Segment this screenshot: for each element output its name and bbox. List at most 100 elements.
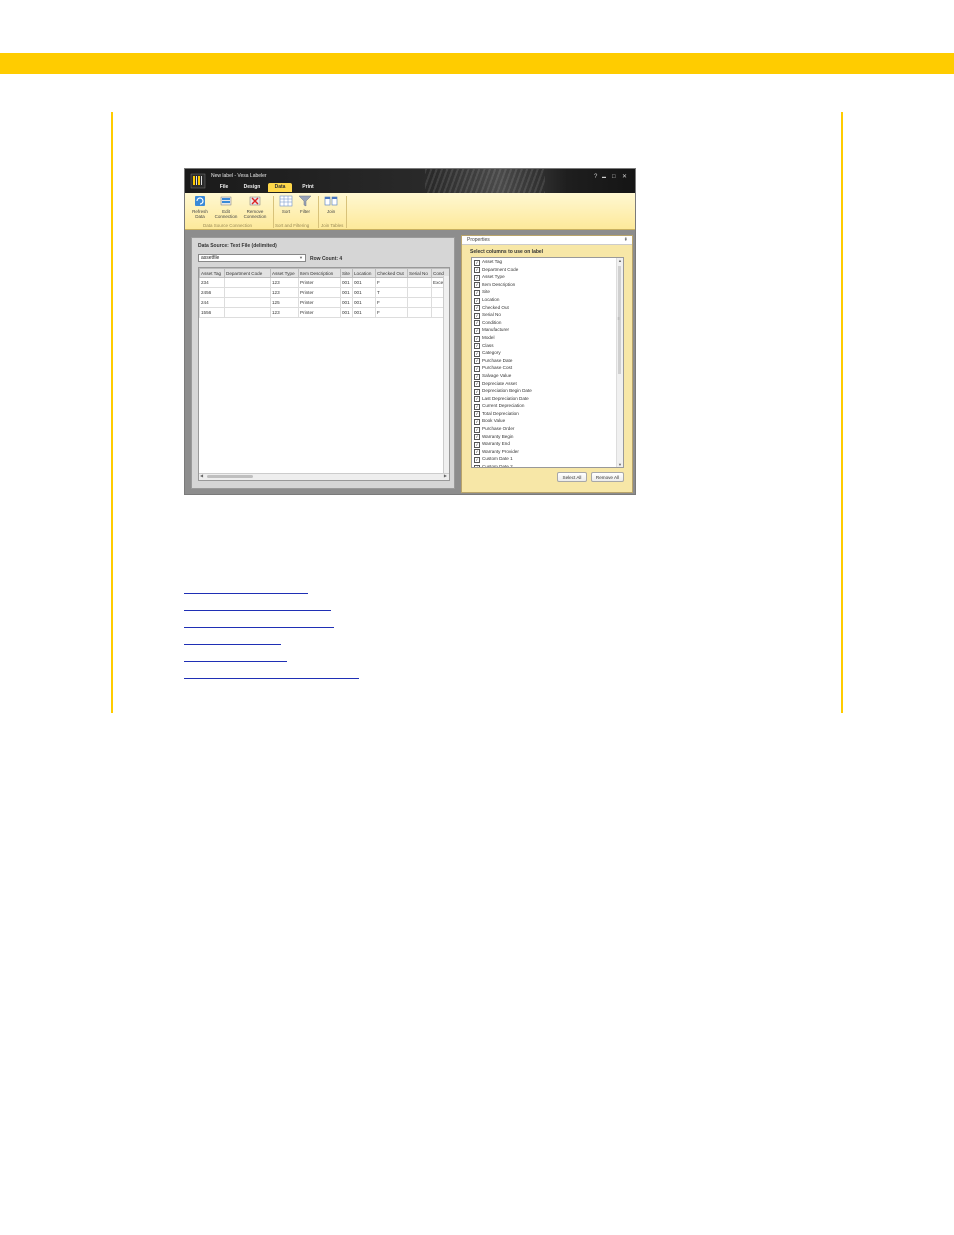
scroll-left-icon[interactable]: ◀ [200,473,203,478]
hyperlink[interactable] [184,627,334,628]
column-checkbox-item[interactable]: ✓ Last Depreciation Date [472,395,623,403]
column-header[interactable]: Asset Type [270,268,299,278]
table-cell[interactable]: Printer [298,307,341,318]
table-cell[interactable] [407,287,432,298]
filter-button[interactable]: Filter [296,195,314,214]
column-header[interactable]: Asset Tag [199,268,225,278]
column-checkbox-item[interactable]: ✓ Asset Tag [472,258,623,266]
tab-data[interactable]: Data [268,183,292,192]
column-header[interactable]: Checked Out [375,268,408,278]
table-cell[interactable]: Printer [298,277,341,288]
scroll-thumb[interactable] [207,475,253,478]
tab-design[interactable]: Design [241,183,263,192]
table-cell[interactable] [224,307,271,318]
column-checkbox-item[interactable]: ✓ Warranty Begin [472,433,623,441]
table-cell[interactable]: 001 [352,277,376,288]
table-cell[interactable]: F [375,297,408,308]
grid-vertical-scrollbar[interactable] [443,276,449,474]
column-checkbox-item[interactable]: ✓ Site [472,288,623,296]
table-cell[interactable]: Printer [298,297,341,308]
pin-icon[interactable]: ⇞ [624,236,628,245]
column-checkbox-item[interactable]: ✓ Warranty Provider [472,448,623,456]
table-cell[interactable]: F [375,307,408,318]
column-header[interactable]: Site [340,268,353,278]
table-cell[interactable] [224,297,271,308]
column-checkbox-item[interactable]: ✓ Purchase Date [472,357,623,365]
table-cell[interactable]: 001 [340,287,353,298]
close-icon[interactable]: ✕ [622,173,627,181]
column-checkbox-item[interactable]: ✓ Checked Out [472,304,623,312]
table-cell[interactable]: 244 [199,297,225,308]
maximize-icon[interactable]: □ [612,173,616,181]
table-cell[interactable] [407,297,432,308]
column-checkbox-item[interactable]: ✓ Class [472,342,623,350]
column-checkbox-item[interactable]: ✓ Item Description [472,281,623,289]
data-grid[interactable]: Asset Tag Department Code Asset Type Ite… [198,267,450,481]
column-checkbox-item[interactable]: ✓ Purchase Order [472,425,623,433]
grid-horizontal-scrollbar[interactable]: ◀ ▶ [199,473,449,480]
column-checkbox-item[interactable]: ✓ Condition [472,319,623,327]
edit-connection-button[interactable]: Edit Connection [212,195,240,219]
column-checkbox-item[interactable]: ✓ Warranty End [472,440,623,448]
column-checkbox-item[interactable]: ✓ Salvage Value [472,372,623,380]
table-cell[interactable]: T [375,287,408,298]
table-cell[interactable] [224,277,271,288]
table-cell[interactable]: F [375,277,408,288]
tab-file[interactable]: File [215,183,233,192]
select-all-button[interactable]: Select All [557,472,587,482]
column-checkbox-item[interactable]: ✓ Model [472,334,623,342]
tab-print[interactable]: Print [298,183,318,192]
hyperlink[interactable] [184,661,287,662]
column-checkbox-item[interactable]: ✓ Depreciate Asset [472,380,623,388]
table-cell[interactable]: 125 [270,297,299,308]
scroll-up-icon[interactable]: ▲ [618,258,622,263]
list-scrollbar[interactable]: ▲ ≡ ▼ [616,258,623,467]
table-cell[interactable]: 123 [270,287,299,298]
column-checkbox-item[interactable]: ✓ Custom Date 2 [472,463,623,467]
table-cell[interactable]: 001 [340,277,353,288]
column-header[interactable]: Department Code [224,268,271,278]
remove-connection-button[interactable]: Remove Connection [241,195,269,219]
table-row[interactable]: 234 123 Printer 001 001 F Excell [199,277,449,288]
checkbox-checked-icon[interactable]: ✓ [474,464,480,467]
column-checkbox-item[interactable]: ✓ Custom Date 1 [472,455,623,464]
table-cell[interactable]: 001 [340,307,353,318]
column-header[interactable]: Location [352,268,376,278]
table-row[interactable]: 244 125 Printer 001 001 F [199,297,449,308]
column-checkbox-item[interactable]: ✓ Purchase Cost [472,364,623,372]
scroll-right-icon[interactable]: ▶ [444,473,447,478]
table-cell[interactable]: 234 [199,277,225,288]
column-checklist[interactable]: ✓ Asset Tag ✓ Department Code ✓ Asset Type ✓ It… [471,257,624,468]
table-cell[interactable]: 001 [352,307,376,318]
column-checkbox-item[interactable]: ✓ Manufacturer [472,326,623,334]
table-cell[interactable]: 001 [352,287,376,298]
column-checkbox-item[interactable]: ✓ Location [472,296,623,304]
table-cell[interactable] [407,277,432,288]
hyperlink[interactable] [184,678,359,679]
table-cell[interactable]: Printer [298,287,341,298]
remove-all-button[interactable]: Remove All [591,472,624,482]
sort-button[interactable]: Sort [277,195,295,214]
table-cell[interactable] [224,287,271,298]
table-cell[interactable] [407,307,432,318]
column-checkbox-item[interactable]: ✓ Category [472,349,623,357]
column-checkbox-item[interactable]: ✓ Department Code [472,266,623,274]
table-row[interactable]: 2456 123 Printer 001 001 T [199,287,449,298]
column-header[interactable]: Item Description [298,268,341,278]
column-header[interactable]: Serial No [407,268,432,278]
table-cell[interactable]: 123 [270,277,299,288]
refresh-data-button[interactable]: Refresh Data [189,195,211,219]
table-cell[interactable]: 2456 [199,287,225,298]
join-button[interactable]: Join [321,195,341,214]
column-checkbox-item[interactable]: ✓ Current Depreciation [472,402,623,410]
table-cell[interactable]: 001 [352,297,376,308]
table-cell[interactable]: 123 [270,307,299,318]
column-checkbox-item[interactable]: ✓ Book Value [472,417,623,426]
hyperlink[interactable] [184,593,308,594]
column-checkbox-item[interactable]: ✓ Asset Type [472,273,623,281]
column-checkbox-item[interactable]: ✓ Total Depreciation [472,410,623,418]
column-checkbox-item[interactable]: ✓ Serial No [472,311,623,319]
table-row[interactable]: 1556 123 Printer 001 001 F [199,307,449,318]
column-checkbox-item[interactable]: ✓ Depreciation Begin Date [472,387,623,395]
scroll-down-icon[interactable]: ▼ [618,462,622,467]
